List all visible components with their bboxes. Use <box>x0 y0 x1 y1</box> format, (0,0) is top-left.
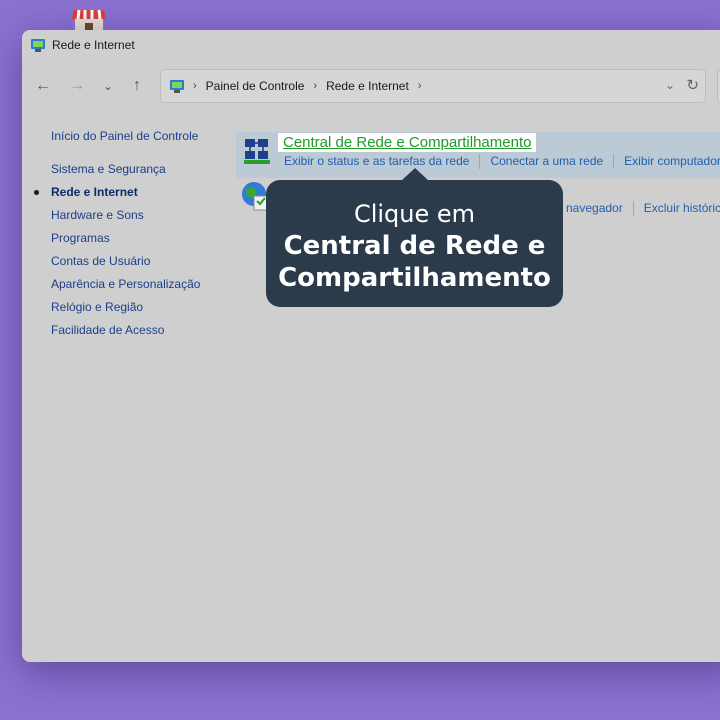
sidebar-item-facilidade-de-acesso[interactable]: Facilidade de Acesso <box>51 322 241 345</box>
internet-links: navegador Excluir históric <box>566 201 720 216</box>
sidebar-item-relogio-e-regiao[interactable]: Relógio e Região <box>51 299 241 322</box>
sidebar-item-home[interactable]: Início do Painel de Controle <box>51 128 241 151</box>
connect-network-link[interactable]: Conectar a uma rede <box>490 154 603 169</box>
category-network-sharing: Central de Rede e Compartilhamento Exibi… <box>236 132 720 178</box>
breadcrumb-painel-de-controle[interactable]: Painel de Controle <box>206 79 305 93</box>
chevron-down-icon[interactable]: ⌄ <box>665 78 675 92</box>
network-sharing-center-link[interactable]: Central de Rede e Compartilhamento <box>278 133 537 152</box>
control-panel-icon <box>30 37 46 53</box>
sidebar-item-label: Rede e Internet <box>51 185 138 199</box>
window-title: Rede e Internet <box>52 38 135 52</box>
sidebar-item-programas[interactable]: Programas <box>51 230 241 253</box>
divider <box>613 154 615 169</box>
network-links: Exibir o status e as tarefas da rede Con… <box>284 154 720 169</box>
sidebar-item-hardware-e-sons[interactable]: Hardware e Sons <box>51 207 241 230</box>
arrow-right-icon: → <box>69 77 85 94</box>
breadcrumb-rede-e-internet[interactable]: Rede e Internet <box>326 79 409 93</box>
divider <box>632 201 634 216</box>
network-icon <box>240 136 274 170</box>
back-button[interactable]: ← <box>30 74 56 98</box>
breadcrumb-separator[interactable]: › <box>313 80 317 92</box>
sidebar-item-contas-de-usuario[interactable]: Contas de Usuário <box>51 253 241 276</box>
arrow-left-icon: ← <box>35 77 51 94</box>
breadcrumb-separator[interactable]: › <box>418 80 422 92</box>
breadcrumb-separator[interactable]: › <box>193 80 197 92</box>
view-computers-link[interactable]: Exibir computadores <box>624 154 720 169</box>
control-panel-icon <box>169 78 185 94</box>
up-button[interactable]: ↑ <box>124 74 150 98</box>
title-bar: Rede e Internet <box>22 30 720 60</box>
recent-locations-button[interactable]: ⌄ <box>95 74 121 98</box>
forward-button[interactable]: → <box>64 74 90 98</box>
active-bullet-icon <box>34 190 39 195</box>
sidebar: Início do Painel de Controle Sistema e S… <box>34 128 241 345</box>
tooltip-line-2: Central de Rede e <box>283 231 546 261</box>
toolbar: ← → ⌄ ↑ › Painel de Controle › Rede e In… <box>22 66 720 106</box>
tooltip-line-1: Clique em <box>353 200 476 228</box>
view-status-link[interactable]: Exibir o status e as tarefas da rede <box>284 154 469 169</box>
sidebar-item-sistema-e-seguranca[interactable]: Sistema e Segurança <box>51 161 241 184</box>
sidebar-item-rede-e-internet[interactable]: Rede e Internet <box>34 184 241 207</box>
delete-history-link[interactable]: Excluir históric <box>644 201 720 216</box>
control-panel-window: Rede e Internet ← → ⌄ ↑ › Painel de Cont… <box>22 30 720 662</box>
chevron-down-icon: ⌄ <box>102 79 114 93</box>
divider <box>479 154 481 169</box>
arrow-up-icon: ↑ <box>133 77 141 94</box>
refresh-icon[interactable]: ↻ <box>686 76 699 94</box>
store-icon[interactable] <box>72 8 106 32</box>
instruction-tooltip: Clique em Central de Rede e Compartilham… <box>266 168 563 307</box>
browser-link[interactable]: navegador <box>566 201 623 216</box>
address-bar[interactable]: › Painel de Controle › Rede e Internet ›… <box>160 69 706 103</box>
tooltip-line-3: Compartilhamento <box>278 263 551 293</box>
sidebar-item-aparencia[interactable]: Aparência e Personalização <box>51 276 241 299</box>
